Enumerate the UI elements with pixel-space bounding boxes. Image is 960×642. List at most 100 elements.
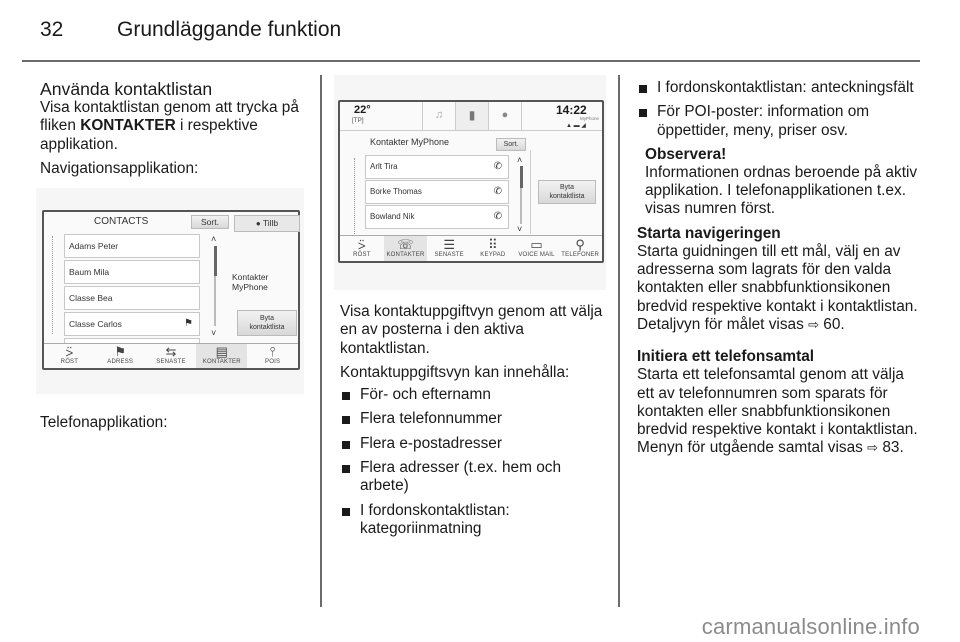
scroll-up-icon[interactable]: ˄: [517, 155, 522, 165]
tab-voice[interactable]: ⍩ RÖST: [340, 236, 384, 261]
voicemail-icon: ▭: [530, 237, 543, 252]
tab-label: RÖST: [353, 252, 371, 258]
panel-divider: [530, 150, 531, 234]
switch-button-line1: Byta: [559, 184, 574, 191]
scrollbar-thumb[interactable]: [519, 166, 523, 188]
phone-screen-frame: 22° [TP] ♫ ▮ ● 14:22 MyPhone ▲ ▬ ◢ Konta…: [338, 100, 604, 263]
contact-row[interactable]: Arlt Tira ✆: [365, 155, 509, 179]
phone-app-tab[interactable]: ▮: [455, 102, 488, 130]
list-item-text: Flera telefonnummer: [360, 410, 502, 428]
contact-name: Arlt Tira: [370, 162, 398, 171]
nav-tab-bar: ⍩ RÖST ⚑ ADRESS ⇆ SENASTE ▤ KONTAKTER ⫯ POIS: [44, 343, 298, 368]
scrollbar-thumb[interactable]: [213, 246, 217, 276]
clock: 14:22: [556, 103, 587, 117]
tab-phones[interactable]: ⚲ TELEFONER: [558, 236, 602, 261]
list-item-text: För POI-poster: information om öppettide…: [657, 103, 870, 139]
scroll-down-icon[interactable]: ˅: [517, 224, 522, 234]
tab-address[interactable]: ⚑ ADRESS: [95, 344, 146, 368]
sort-button[interactable]: Sort.: [496, 138, 526, 151]
flag-icon: ⚑: [114, 344, 127, 359]
tab-pois[interactable]: ⫯ POIS: [247, 344, 298, 368]
sort-button[interactable]: Sort.: [191, 215, 229, 229]
tab-recent[interactable]: ☰ SENASTE: [427, 236, 471, 261]
bullet-icon: [342, 507, 350, 516]
nav-heading: Starta navigeringen: [637, 224, 781, 242]
nav-screenshot: CONTACTS Sort. ● Tillb Adams Peter Baum …: [36, 188, 304, 394]
list-title: Kontakter MyPhone: [370, 137, 450, 147]
tab-recent[interactable]: ⇆ SENASTE: [146, 344, 197, 368]
contact-row[interactable]: Baum Mila: [64, 260, 200, 284]
add-button[interactable]: ● Tillb: [234, 215, 300, 232]
list-item: I fordonskontaktlistan: kategoriinmatnin…: [340, 502, 608, 539]
left-column: Använda kontaktlistan Visa kontaktlistan…: [40, 80, 308, 178]
voice-icon: ⍩: [357, 237, 366, 252]
signal-bars-icon: ◢: [581, 123, 586, 129]
voice-icon: ⍩: [65, 344, 74, 359]
switch-button-line2: kontaktlista: [549, 193, 585, 200]
tab-label: SENASTE: [434, 252, 464, 258]
poi-icon: ⫯: [269, 344, 276, 359]
tp-indicator: [TP]: [352, 118, 364, 124]
contact-row[interactable]: Adams Peter: [64, 234, 200, 258]
contacts-icon: ▤: [215, 344, 228, 359]
list-item: Flera telefonnummer: [340, 410, 608, 428]
tab-label: POIS: [265, 359, 281, 365]
bullet-icon: [342, 392, 350, 401]
contact-name: Borke Thomas: [370, 187, 422, 196]
contact-source-label: Kontakter MyPhone: [232, 272, 269, 292]
list-item-text: För- och efternamn: [360, 386, 491, 404]
page-ref-link[interactable]: 60.: [823, 316, 844, 333]
music-icon: ♫: [434, 109, 444, 121]
alphabet-index[interactable]: [52, 236, 54, 334]
page-ref-icon: ⇨: [808, 316, 819, 332]
scroll-down-icon[interactable]: ˅: [211, 328, 216, 338]
call-icon[interactable]: ✆: [494, 156, 502, 178]
scroll-up-icon[interactable]: ˄: [211, 234, 216, 244]
list-item: I fordonskontaktlistan: anteckningsfält: [637, 79, 920, 97]
note-text: Informationen ordnas beroende på aktiv a…: [645, 163, 918, 218]
alphabet-index[interactable]: [354, 158, 356, 234]
switch-list-button[interactable]: Byta kontaktlista: [538, 180, 596, 204]
flag-icon[interactable]: ⚑: [184, 313, 193, 335]
page-ref-icon: ⇨: [867, 440, 879, 456]
bullet-icon: [639, 85, 647, 93]
status-icons: ▲ ▬ ◢: [566, 122, 586, 129]
phone-tab-bar: ⍩ RÖST ☏ KONTAKTER ☰ SENASTE ⠿ KEYPAD ▭ VOICE…: [340, 235, 602, 261]
page-ref-link[interactable]: 83.: [882, 439, 903, 456]
contact-row[interactable]: Borke Thomas ✆: [365, 180, 509, 204]
audio-app-tab[interactable]: ♫: [422, 102, 455, 130]
list-item-text: Flera adresser (t.ex. hem och arbete): [360, 459, 562, 495]
tab-label: RÖST: [60, 359, 79, 365]
phone-app-label-block: Telefonapplikation:: [40, 414, 308, 432]
bullet-icon: [342, 440, 350, 449]
contact-row[interactable]: Bowland Nik ✆: [365, 205, 509, 229]
nav-app-tab[interactable]: ●: [488, 102, 522, 130]
contact-row[interactable]: Classe Carlos ⚑: [64, 312, 200, 336]
tab-contacts[interactable]: ▤ KONTAKTER: [196, 344, 248, 368]
add-icon: ●: [255, 219, 261, 228]
right-column: I fordonskontaktlistan: anteckningsfält …: [637, 79, 920, 458]
contact-details-list: För- och efternamn Flera telefonnummer F…: [340, 386, 608, 538]
tab-label: KONTAKTER: [386, 252, 425, 258]
nav-screen-frame: CONTACTS Sort. ● Tillb Adams Peter Baum …: [42, 210, 300, 370]
tab-keypad[interactable]: ⠿ KEYPAD: [471, 236, 515, 261]
nav-paragraph: Starta guidningen till ett mål, välj en …: [637, 243, 920, 334]
nav-text: Starta guidningen till ett mål, välj en …: [637, 242, 918, 333]
contact-name: Adams Peter: [69, 241, 119, 251]
add-button-label: Tillb: [262, 218, 279, 228]
tab-voice[interactable]: ⍩ RÖST: [44, 344, 95, 368]
tab-voicemail[interactable]: ▭ VOICE MAIL: [515, 236, 559, 261]
list-item-text: I fordonskontaktlistan: kategoriinmatnin…: [360, 501, 510, 537]
note-box: Observera! Informationen ordnas beroende…: [637, 146, 920, 219]
call-icon[interactable]: ✆: [494, 206, 502, 228]
switch-list-button[interactable]: Byta kontaktlista: [237, 310, 297, 336]
contact-row[interactable]: Classe Bea: [64, 286, 200, 310]
call-icon[interactable]: ✆: [494, 181, 502, 203]
recent-icon: ⇆: [165, 344, 177, 359]
contact-details-list-cont: I fordonskontaktlistan: anteckningsfält …: [637, 79, 920, 140]
contact-name: Classe Carlos: [69, 319, 122, 329]
bullet-icon: [639, 109, 647, 118]
switch-button-line2: kontaktlista: [249, 324, 285, 331]
tab-contacts[interactable]: ☏ KONTAKTER: [383, 236, 428, 261]
list-item: Flera e-postadresser: [340, 435, 608, 453]
